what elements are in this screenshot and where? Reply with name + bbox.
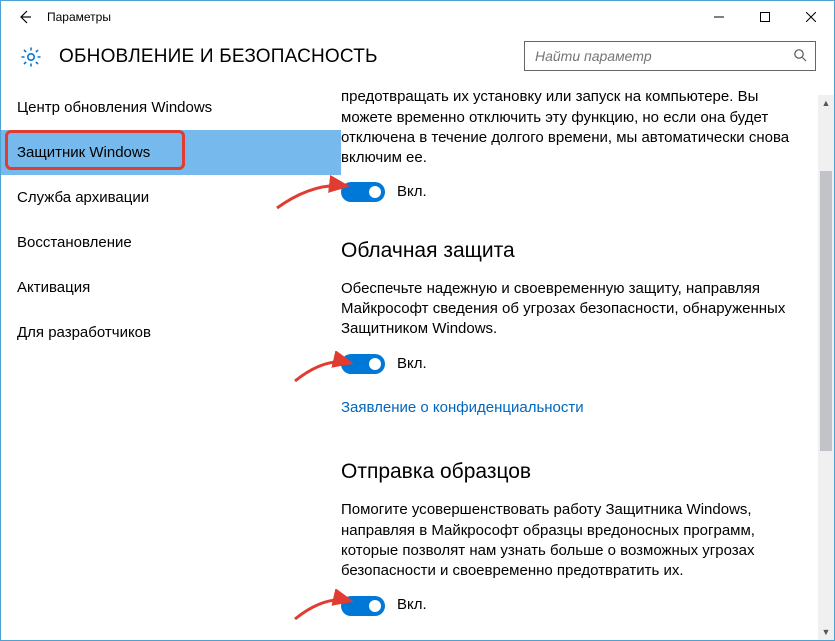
scroll-up-button[interactable]: ▲: [818, 95, 834, 111]
search-box[interactable]: [524, 41, 816, 71]
page-header: ОБНОВЛЕНИЕ И БЕЗОПАСНОСТЬ: [1, 33, 834, 85]
sidebar-item-label: Служба архивации: [17, 189, 149, 206]
page-title: ОБНОВЛЕНИЕ И БЕЗОПАСНОСТЬ: [59, 46, 378, 68]
window-title: Параметры: [47, 10, 111, 24]
sample-heading: Отправка образцов: [341, 458, 812, 486]
cloud-toggle[interactable]: [341, 354, 385, 374]
sidebar-item-label: Защитник Windows: [17, 144, 150, 161]
cloud-heading: Облачная защита: [341, 237, 812, 265]
titlebar: Параметры: [1, 1, 834, 33]
settings-window: Параметры ОБНОВЛЕНИЕ И БЕЗОПАСНОСТЬ: [0, 0, 835, 641]
close-button[interactable]: [788, 1, 834, 33]
maximize-icon: [760, 12, 770, 22]
sidebar-item-developers[interactable]: Для разработчиков: [1, 310, 341, 355]
minimize-icon: [714, 12, 724, 22]
sidebar-item-windows-update[interactable]: Центр обновления Windows: [1, 85, 341, 130]
sidebar-item-label: Восстановление: [17, 234, 132, 251]
minimize-button[interactable]: [696, 1, 742, 33]
sidebar-item-label: Центр обновления Windows: [17, 99, 212, 116]
realtime-toggle[interactable]: [341, 182, 385, 202]
maximize-button[interactable]: [742, 1, 788, 33]
search-input[interactable]: [533, 47, 793, 65]
sidebar-item-defender[interactable]: Защитник Windows: [1, 130, 341, 175]
sidebar-item-label: Для разработчиков: [17, 324, 151, 341]
search-icon: [793, 48, 807, 65]
cloud-toggle-row: Вкл.: [341, 354, 812, 374]
sidebar-item-backup[interactable]: Служба архивации: [1, 175, 341, 220]
close-icon: [806, 12, 816, 22]
realtime-toggle-row: Вкл.: [341, 182, 812, 202]
scroll-track[interactable]: [818, 111, 834, 624]
scroll-thumb[interactable]: [820, 171, 832, 451]
sidebar-item-recovery[interactable]: Восстановление: [1, 220, 341, 265]
back-arrow-icon: [17, 9, 33, 25]
sidebar-item-label: Активация: [17, 279, 90, 296]
realtime-toggle-label: Вкл.: [397, 182, 427, 202]
body: Центр обновления Windows Защитник Window…: [1, 85, 834, 632]
gear-icon: [19, 45, 43, 69]
scroll-down-button[interactable]: ▼: [818, 624, 834, 640]
privacy-link[interactable]: Заявление о конфиденциальности: [341, 398, 584, 418]
sidebar-item-activation[interactable]: Активация: [1, 265, 341, 310]
cloud-toggle-label: Вкл.: [397, 354, 427, 374]
sidebar: Центр обновления Windows Защитник Window…: [1, 85, 341, 632]
sample-toggle-row: Вкл.: [341, 595, 812, 615]
vertical-scrollbar[interactable]: ▲ ▼: [818, 95, 834, 640]
back-button[interactable]: [11, 3, 39, 31]
sample-toggle-label: Вкл.: [397, 595, 427, 615]
realtime-description: Это помогает обнаруживать вредоносные пр…: [341, 85, 812, 168]
sample-description: Помогите усовершенствовать работу Защитн…: [341, 500, 812, 581]
content-pane: Это помогает обнаруживать вредоносные пр…: [341, 85, 834, 632]
sample-toggle[interactable]: [341, 596, 385, 616]
cloud-description: Обеспечьте надежную и своевременную защи…: [341, 279, 812, 340]
